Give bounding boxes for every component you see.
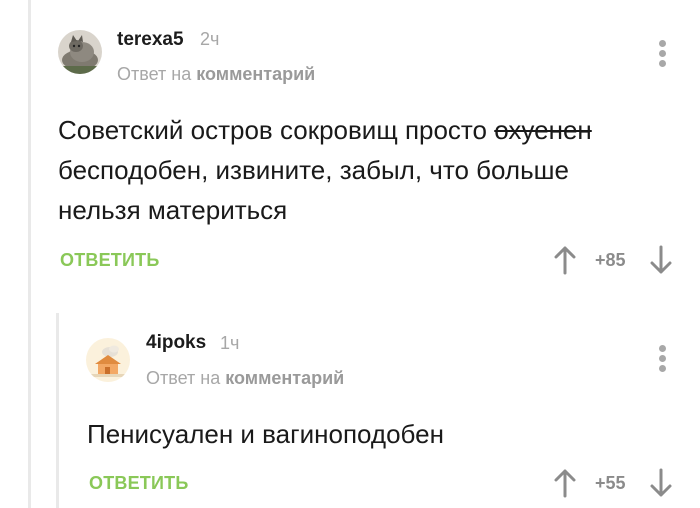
reply-to-link[interactable]: комментарий <box>196 64 315 84</box>
vote-up-icon[interactable] <box>553 245 577 275</box>
reply-button[interactable]: ОТВЕТИТЬ <box>89 473 188 494</box>
reply-to-info: Ответ на комментарий <box>117 64 315 85</box>
reply-button[interactable]: ОТВЕТИТЬ <box>60 250 159 271</box>
timestamp: 2ч <box>200 29 220 49</box>
comment-text-part: Советский остров сокровищ просто <box>58 115 495 145</box>
comment-text: Советский остров сокровищ просто охуенен… <box>58 110 658 230</box>
avatar[interactable] <box>86 338 130 382</box>
comment-text-part: Пенисуален и вагиноподобен <box>87 419 444 449</box>
comment-text: Пенисуален и вагиноподобен <box>87 414 667 454</box>
avatar[interactable] <box>58 30 102 74</box>
house-cartoon-icon <box>86 338 130 382</box>
cat-photo-icon <box>58 30 102 74</box>
username[interactable]: terexa5 <box>117 29 184 51</box>
comment: terexa5 2ч Ответ на комментарий Советски… <box>0 0 700 300</box>
reply-to-prefix: Ответ на <box>146 368 221 388</box>
more-menu-icon[interactable] <box>655 40 669 70</box>
timestamp: 1ч <box>220 333 240 353</box>
comment-text-part: бесподобен, извините, забыл, что больше … <box>58 155 569 225</box>
reply-to-link[interactable]: комментарий <box>225 368 344 388</box>
more-menu-icon[interactable] <box>655 345 669 375</box>
username[interactable]: 4ipoks <box>146 332 206 354</box>
reply-to-prefix: Ответ на <box>117 64 192 84</box>
struck-text: охуенен <box>494 115 592 145</box>
vote-down-icon[interactable] <box>649 245 673 275</box>
vote-down-icon[interactable] <box>649 468 673 498</box>
rating-value: +55 <box>595 473 626 493</box>
reply-to-info: Ответ на комментарий <box>146 368 344 389</box>
vote-up-icon[interactable] <box>553 468 577 498</box>
rating-value: +85 <box>595 250 626 270</box>
comment-reply: 4ipoks 1ч Ответ на комментарий Пенисуале… <box>0 300 700 508</box>
